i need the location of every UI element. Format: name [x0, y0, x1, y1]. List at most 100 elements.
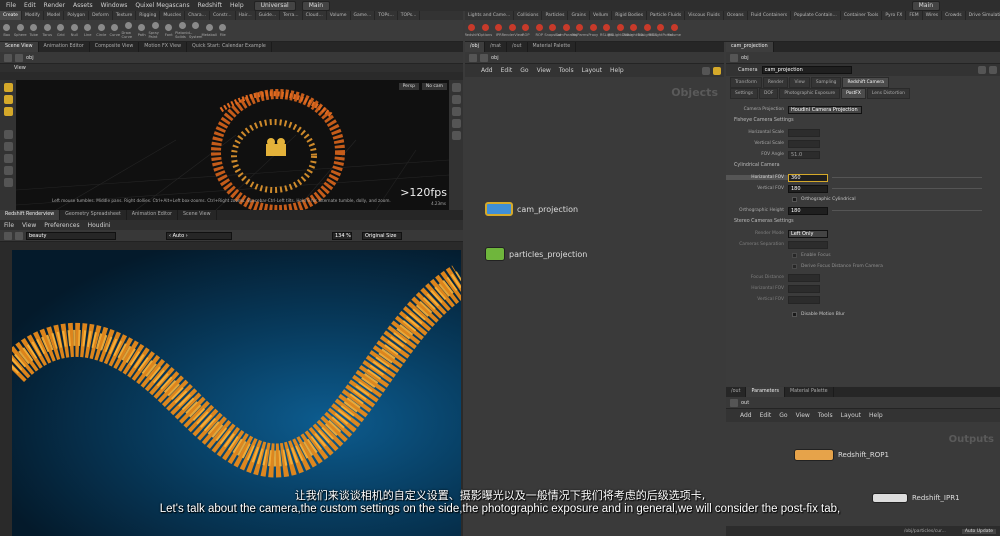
tab-2[interactable]: Composite View	[90, 42, 140, 52]
tab-0[interactable]: Settings	[730, 88, 759, 99]
back-icon[interactable]	[4, 53, 12, 62]
tab-1[interactable]: Geometry Spreadsheet	[60, 210, 127, 220]
shelf-tool-13[interactable]: RSLightIES	[638, 20, 657, 41]
forward-icon[interactable]	[15, 53, 23, 62]
tab-0[interactable]: Transform	[730, 77, 762, 88]
net-menu-add[interactable]: Add	[477, 65, 497, 76]
tab-6[interactable]: Particle Fluids	[647, 11, 686, 20]
tab-2[interactable]: /out	[507, 42, 528, 52]
fisheye-vscale-field[interactable]	[788, 139, 820, 148]
shelf-tool-9[interactable]: Draw Curve	[122, 20, 136, 41]
node-redshift-rop1[interactable]: Redshift_ROP1	[794, 449, 889, 461]
select-tool-icon[interactable]	[3, 83, 13, 92]
workspace-select[interactable]: Main	[301, 0, 331, 11]
tab-8[interactable]: Oceans	[724, 11, 748, 20]
display-options-icon[interactable]	[451, 83, 461, 92]
tab-3[interactable]: Polygon	[64, 11, 90, 20]
render-menu-preferences[interactable]: Preferences	[40, 220, 83, 231]
net-menu-tools[interactable]: Tools	[555, 65, 578, 76]
shelf-tool-7[interactable]: CamParams	[556, 20, 577, 41]
tab-0[interactable]: Scene View	[0, 42, 39, 52]
menu-windows[interactable]: Windows	[97, 0, 132, 11]
tab-0[interactable]: /out	[726, 387, 747, 397]
horizontal-fov-field[interactable]: 360	[788, 173, 828, 182]
tab-4[interactable]: Vellum	[590, 11, 613, 20]
out-menu-tools[interactable]: Tools	[814, 410, 837, 421]
tab-2[interactable]: Photographic Exposure	[779, 88, 841, 99]
shelf-tool-9[interactable]: Proxy	[587, 20, 601, 41]
render-menu-file[interactable]: File	[0, 220, 18, 231]
tab-1[interactable]: /mat	[485, 42, 508, 52]
tab-7[interactable]: Muscles	[160, 11, 186, 20]
tab-0[interactable]: Redshift Renderview	[0, 210, 61, 220]
render-region-icon[interactable]	[3, 178, 13, 187]
menu-edit[interactable]: Edit	[20, 0, 40, 11]
camera-projection-select[interactable]: Houdini Camera Projection	[788, 105, 862, 114]
param-path[interactable]: obj	[741, 55, 749, 61]
tab-4[interactable]: Redshift Camera	[842, 77, 889, 88]
node-particles-projection[interactable]: particles_projection	[485, 247, 587, 261]
ortho-cyl-checkbox[interactable]	[792, 197, 797, 202]
shelf-tool-3[interactable]: RenderView	[502, 20, 523, 41]
shelf-tool-16[interactable]: File	[216, 20, 230, 41]
size-select[interactable]: Original Size	[362, 231, 402, 240]
shelf-tool-4[interactable]: ROP	[519, 20, 533, 41]
net-menu-layout[interactable]: Layout	[578, 65, 606, 76]
shelf-tool-15[interactable]: Metaball	[202, 20, 217, 41]
shelf-tool-4[interactable]: Grid	[54, 20, 68, 41]
render-mode-select[interactable]: Left Only	[788, 229, 828, 238]
hfov2-field[interactable]	[788, 284, 820, 293]
shelf-tool-8[interactable]: Curve	[108, 20, 122, 41]
tab-0[interactable]: Lights and Came...	[465, 11, 515, 20]
tab-0[interactable]: Create	[0, 11, 22, 20]
shelf-tool-14[interactable]: L-System	[189, 20, 203, 41]
tab-1[interactable]: Modify	[22, 11, 44, 20]
render-menu-houdini[interactable]: Houdini	[84, 220, 115, 231]
shelf-tool-10[interactable]: Path	[135, 20, 149, 41]
shelf-tool-2[interactable]: Tube	[27, 20, 41, 41]
tab-3[interactable]: Sampling	[810, 77, 842, 88]
lights-icon[interactable]	[451, 95, 461, 104]
tab-5[interactable]: Rigid Bodies	[612, 11, 648, 20]
tab-16[interactable]: Drive Simulation	[966, 11, 1000, 20]
shelf-tool-0[interactable]: Box	[0, 20, 14, 41]
camera-node-icon[interactable]	[485, 202, 513, 216]
shelf-tool-5[interactable]: Null	[68, 20, 82, 41]
tab-2[interactable]: Particles	[542, 11, 569, 20]
rop-node-icon[interactable]	[794, 449, 834, 461]
shelf-tool-5[interactable]: ROP	[533, 20, 547, 41]
tab-6[interactable]: Rigging	[136, 11, 161, 20]
tab-2[interactable]: Material Palette	[785, 387, 834, 397]
pose-tool-icon[interactable]	[3, 130, 13, 139]
ortho-height-slider[interactable]	[832, 210, 982, 211]
viewport-3d[interactable]: Persp No cam >120fps 4.23ms Left mouse t…	[16, 80, 449, 210]
out-menu-view[interactable]: View	[792, 410, 814, 421]
visibility-icon[interactable]	[451, 119, 461, 128]
gear-icon[interactable]	[978, 66, 986, 74]
zoom-field[interactable]: 134 %	[332, 231, 352, 240]
tab-4[interactable]: Quick Start: Calendar Example	[187, 42, 272, 52]
tab-3[interactable]: Grains	[568, 11, 590, 20]
shelf-tool-15[interactable]: Volume	[668, 20, 682, 41]
tab-17[interactable]: TOPs...	[398, 11, 421, 20]
tab-15[interactable]: Game...	[351, 11, 376, 20]
shelf-tool-12[interactable]: Font	[162, 20, 176, 41]
net-path[interactable]: obj	[491, 55, 499, 61]
tab-11[interactable]: Guide...	[256, 11, 281, 20]
tab-14[interactable]: Volume	[327, 11, 351, 20]
shelf-tool-1[interactable]: Sphere	[14, 20, 28, 41]
tab-4[interactable]: Lens Distortion	[866, 88, 910, 99]
menu-redshift[interactable]: Redshift	[194, 0, 226, 11]
tab-13[interactable]: Cloud...	[303, 11, 327, 20]
net-view-icon[interactable]	[713, 66, 721, 75]
menu-help[interactable]: Help	[226, 0, 248, 11]
tab-15[interactable]: Crowds	[942, 11, 966, 20]
auto-update-button[interactable]: Auto Update	[961, 528, 996, 534]
tab-1[interactable]: Render	[762, 77, 789, 88]
tab-10[interactable]: Hair...	[236, 11, 256, 20]
tab-1[interactable]: Collisions	[514, 11, 543, 20]
enable-focus-checkbox[interactable]	[792, 253, 797, 258]
desktop-select[interactable]: Universal	[253, 0, 296, 11]
out-menu-layout[interactable]: Layout	[837, 410, 865, 421]
focus-dist-field[interactable]	[788, 273, 820, 282]
